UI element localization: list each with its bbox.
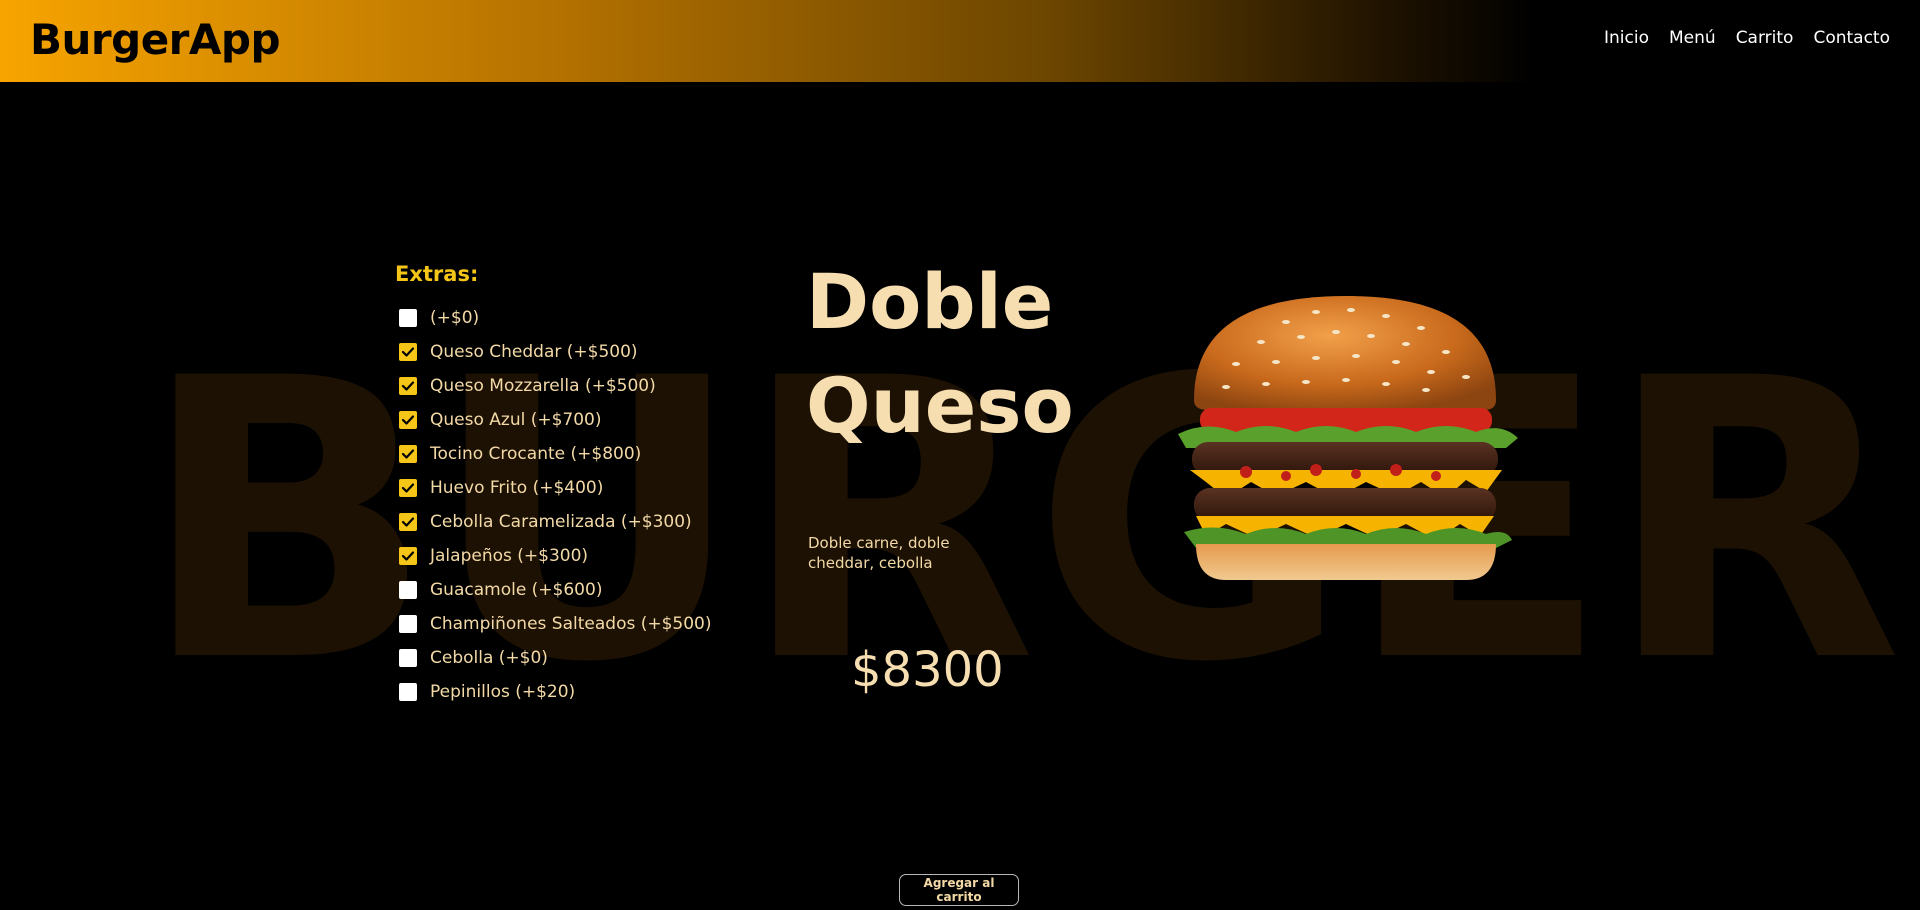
nav-carrito[interactable]: Carrito <box>1736 28 1794 48</box>
checkmark-icon <box>401 415 415 425</box>
product-description: Doble carne, doble cheddar, cebolla <box>808 534 950 572</box>
main-nav: Inicio Menú Carrito Contacto <box>1604 28 1890 48</box>
checkbox-checked[interactable] <box>399 377 417 395</box>
product-title-line1: Doble <box>806 257 1054 346</box>
extra-option-label: Queso Cheddar (+$500) <box>430 342 638 362</box>
extra-option[interactable]: Queso Cheddar (+$500) <box>395 335 712 369</box>
extra-option[interactable]: Champiñones Salteados (+$500) <box>395 607 712 641</box>
checkbox-checked[interactable] <box>399 445 417 463</box>
checkbox-unchecked[interactable] <box>399 309 417 327</box>
extra-option[interactable]: Cebolla (+$0) <box>395 641 712 675</box>
extra-option[interactable]: Huevo Frito (+$400) <box>395 471 712 505</box>
checkbox-checked[interactable] <box>399 479 417 497</box>
extra-option-label: Queso Mozzarella (+$500) <box>430 376 656 396</box>
extras-panel: Extras: (+$0) Queso Cheddar (+$500) Queso … <box>395 262 712 709</box>
checkbox-unchecked[interactable] <box>399 683 417 701</box>
nav-contacto[interactable]: Contacto <box>1813 28 1890 48</box>
brand-logo[interactable]: BurgerApp <box>30 15 281 64</box>
checkmark-icon <box>401 517 415 527</box>
extra-option-label: Queso Azul (+$700) <box>430 410 602 430</box>
extra-option[interactable]: Pepinillos (+$20) <box>395 675 712 709</box>
extra-option-label: Huevo Frito (+$400) <box>430 478 604 498</box>
checkbox-checked[interactable] <box>399 513 417 531</box>
product-title-line2: Queso <box>806 361 1074 450</box>
checkbox-unchecked[interactable] <box>399 581 417 599</box>
extra-option-label: Jalapeños (+$300) <box>430 546 589 566</box>
extra-option[interactable]: Queso Mozzarella (+$500) <box>395 369 712 403</box>
checkbox-checked[interactable] <box>399 411 417 429</box>
extra-option-label: (+$0) <box>430 308 480 328</box>
extra-option[interactable]: Jalapeños (+$300) <box>395 539 712 573</box>
extra-option[interactable]: Guacamole (+$600) <box>395 573 712 607</box>
nav-inicio[interactable]: Inicio <box>1604 28 1649 48</box>
checkmark-icon <box>401 483 415 493</box>
extra-option-label: Champiñones Salteados (+$500) <box>430 614 712 634</box>
checkmark-icon <box>401 347 415 357</box>
extra-option[interactable]: (+$0) <box>395 301 712 335</box>
extra-option-label: Guacamole (+$600) <box>430 580 603 600</box>
extra-option[interactable]: Tocino Crocante (+$800) <box>395 437 712 471</box>
product-title: Doble Queso <box>806 250 1136 458</box>
extra-option-label: Pepinillos (+$20) <box>430 682 576 702</box>
checkbox-unchecked[interactable] <box>399 649 417 667</box>
extra-option[interactable]: Cebolla Caramelizada (+$300) <box>395 505 712 539</box>
extra-option-label: Tocino Crocante (+$800) <box>430 444 642 464</box>
checkbox-unchecked[interactable] <box>399 615 417 633</box>
header: BurgerApp Inicio Menú Carrito Contacto <box>0 0 1920 82</box>
burger-image <box>1178 296 1518 580</box>
nav-menu[interactable]: Menú <box>1669 28 1716 48</box>
add-to-cart-button[interactable]: Agregar al carrito <box>899 874 1019 906</box>
extra-option[interactable]: Queso Azul (+$700) <box>395 403 712 437</box>
extras-title: Extras: <box>395 262 479 286</box>
extra-option-label: Cebolla (+$0) <box>430 648 548 668</box>
extra-option-label: Cebolla Caramelizada (+$300) <box>430 512 692 532</box>
extras-list: (+$0) Queso Cheddar (+$500) Queso Mozzarel… <box>395 301 712 709</box>
checkmark-icon <box>401 551 415 561</box>
checkbox-checked[interactable] <box>399 547 417 565</box>
checkmark-icon <box>401 449 415 459</box>
product-price: $8300 <box>851 642 1004 698</box>
checkmark-icon <box>401 381 415 391</box>
checkbox-checked[interactable] <box>399 343 417 361</box>
